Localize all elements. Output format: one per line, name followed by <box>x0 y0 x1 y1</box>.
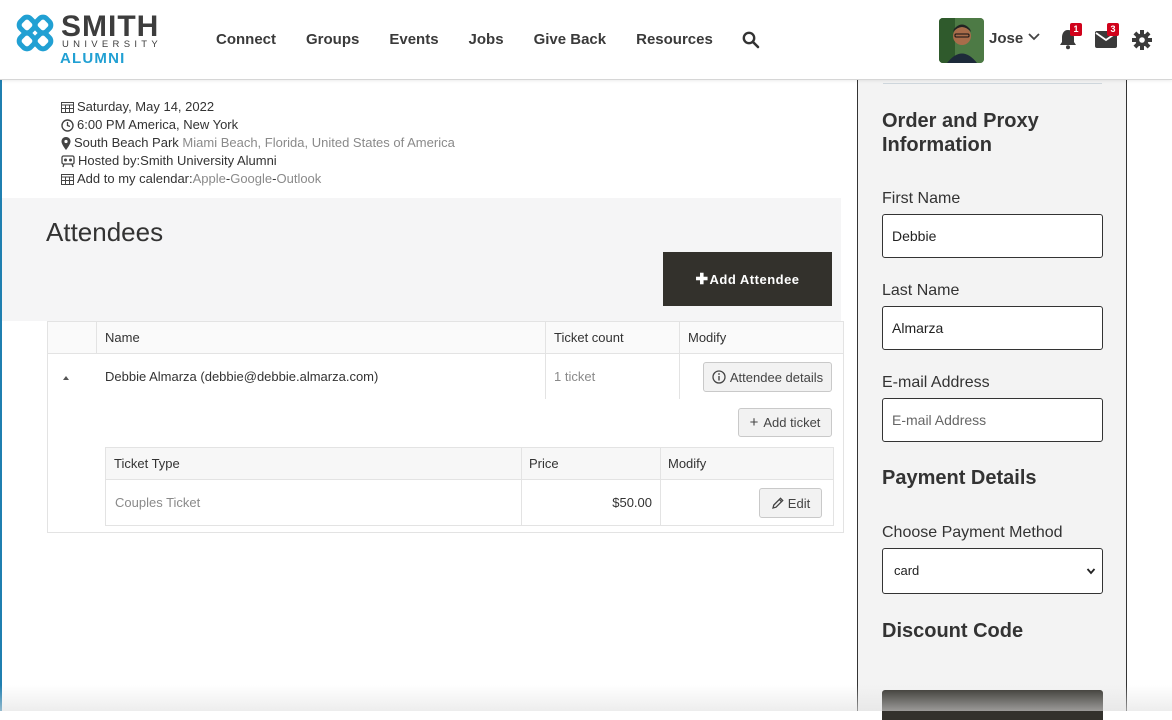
col-ticket-count: Ticket count <box>554 330 624 345</box>
event-host: Smith University Alumni <box>140 153 277 168</box>
ticket-price: $50.00 <box>612 495 652 510</box>
chevron-down-icon <box>1086 568 1096 575</box>
ticket-type: Couples Ticket <box>115 495 201 510</box>
col-price: Price <box>529 456 559 471</box>
event-time: 6:00 PM America, New York <box>77 117 239 132</box>
divider <box>883 83 1102 84</box>
logo-alumni-text: ALUMNI <box>60 50 126 67</box>
email-field[interactable]: E-mail Address <box>882 398 1103 442</box>
nav-events[interactable]: Events <box>374 30 453 50</box>
event-location-link[interactable]: Miami Beach, Florida, United States of A… <box>182 134 454 152</box>
payment-method-select[interactable]: card <box>882 548 1103 594</box>
order-panel-title: Order and Proxy Information <box>882 110 1039 156</box>
add-attendee-button[interactable]: ✚ Add Attendee <box>663 252 832 306</box>
host-icon <box>61 154 75 167</box>
event-location-line: South Beach Park Miami Beach, Florida, U… <box>61 134 455 152</box>
event-info: Saturday, May 14, 2022 6:00 PM America, … <box>61 98 455 188</box>
info-icon <box>712 370 726 384</box>
gear-icon[interactable] <box>1131 29 1153 51</box>
col-name: Name <box>105 330 140 345</box>
event-host-line: Hosted by: Smith University Alumni <box>61 152 455 170</box>
clock-icon <box>61 118 74 132</box>
logo-university-text: UNIVERSITY <box>62 39 163 50</box>
col-modify: Modify <box>688 330 727 345</box>
divider <box>660 448 661 525</box>
site-header: SMITH UNIVERSITY ALUMNI Connect Groups E… <box>0 0 1172 80</box>
calendar-icon <box>61 102 74 113</box>
attendee-details-label: Attendee details <box>729 369 824 385</box>
attendees-title: Attendees <box>46 217 164 247</box>
pencil-icon <box>771 496 784 509</box>
caret-up-icon[interactable] <box>62 375 70 381</box>
smith-alumni-logo[interactable]: SMITH UNIVERSITY ALUMNI <box>16 10 176 69</box>
host-prefix: Hosted by: <box>78 153 141 168</box>
notification-badge: 1 <box>1070 23 1082 36</box>
edit-ticket-button[interactable]: Edit <box>759 488 822 518</box>
divider <box>545 322 546 399</box>
logo-smith-text: SMITH <box>61 10 160 43</box>
plus-icon: ✚ <box>695 271 709 288</box>
add-ticket-label: Add ticket <box>763 415 821 430</box>
last-name-field[interactable]: Almarza <box>882 306 1103 350</box>
payment-method-label: Choose Payment Method <box>882 524 1063 541</box>
calendar-add-icon <box>61 174 74 185</box>
add-calendar-line: Add to my calendar: Apple - Google - Out… <box>61 170 455 188</box>
submit-button[interactable] <box>882 690 1103 720</box>
col-ticket-type: Ticket Type <box>114 456 180 471</box>
attendees-table: Name Ticket count Modify Debbie Almarza … <box>47 321 844 533</box>
user-name[interactable]: Jose <box>989 30 1023 47</box>
divider <box>679 322 680 399</box>
nav-groups[interactable]: Groups <box>291 30 374 50</box>
avatar[interactable] <box>939 18 984 63</box>
nav-give-back[interactable]: Give Back <box>519 30 622 50</box>
tickets-subtable: Ticket Type Price Modify Couples Ticket … <box>105 447 834 526</box>
first-name-label: First Name <box>882 190 961 207</box>
event-date: Saturday, May 14, 2022 <box>77 99 215 114</box>
col-modify: Modify <box>668 456 707 471</box>
event-date-line: Saturday, May 14, 2022 <box>61 98 455 116</box>
calendar-prefix: Add to my calendar: <box>77 171 193 186</box>
payment-method-value: card <box>894 563 920 578</box>
plus-icon: + <box>749 414 759 431</box>
payment-details-title: Payment Details <box>882 467 1037 489</box>
calendar-outlook-link[interactable]: Outlook <box>276 170 321 188</box>
edit-label: Edit <box>787 495 811 511</box>
event-venue: South Beach Park <box>74 135 179 150</box>
nav-jobs[interactable]: Jobs <box>454 30 519 50</box>
main-nav: Connect Groups Events Jobs Give Back Res… <box>201 30 728 50</box>
discount-code-title: Discount Code <box>882 620 1024 642</box>
add-attendee-label: Add Attendee <box>709 271 800 287</box>
first-name-field[interactable]: Debbie <box>882 214 1103 258</box>
left-accent-bar <box>0 80 2 711</box>
attendee-name: Debbie Almarza (debbie@debbie.almarza.co… <box>105 369 379 384</box>
order-panel: Order and Proxy Information First Name D… <box>857 80 1127 720</box>
nav-resources[interactable]: Resources <box>621 30 728 50</box>
map-marker-icon <box>61 136 71 150</box>
chevron-down-icon[interactable] <box>1027 31 1041 43</box>
search-icon[interactable] <box>742 31 760 49</box>
add-ticket-button[interactable]: + Add ticket <box>738 408 832 437</box>
nav-connect[interactable]: Connect <box>201 30 291 50</box>
calendar-apple-link[interactable]: Apple <box>193 170 226 188</box>
user-photo-icon <box>939 18 984 63</box>
logo-knot-icon <box>16 14 54 52</box>
ticket-count: 1 ticket <box>554 369 596 384</box>
last-name-label: Last Name <box>882 282 960 299</box>
tickets-subtable-header: Ticket Type Price Modify <box>106 448 833 480</box>
divider <box>521 448 522 525</box>
email-label: E-mail Address <box>882 374 990 391</box>
message-badge: 3 <box>1107 23 1119 36</box>
divider <box>96 322 97 354</box>
attendee-details-button[interactable]: Attendee details <box>703 362 832 392</box>
attendees-table-header: Name Ticket count Modify <box>48 322 843 354</box>
event-time-line: 6:00 PM America, New York <box>61 116 455 134</box>
calendar-google-link[interactable]: Google <box>230 170 272 188</box>
